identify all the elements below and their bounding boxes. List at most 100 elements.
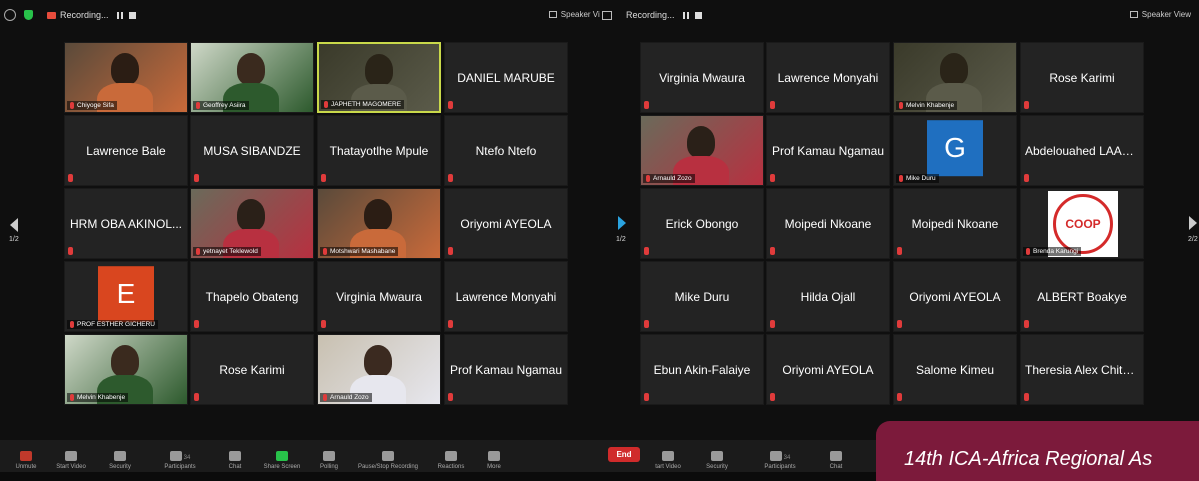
speaker-view-button[interactable]: Speaker View <box>1129 10 1191 19</box>
pause-stop-recordingbutton[interactable]: Pause/Stop Recording <box>348 440 428 472</box>
participant-tile[interactable]: Moipedi Nkoane <box>766 188 890 259</box>
participant-tile[interactable]: Moipedi Nkoane <box>893 188 1017 259</box>
toolbar-label: tart Video <box>655 464 681 470</box>
stop-recording-icon[interactable] <box>128 11 136 19</box>
participant-name: Rose Karimi <box>1049 70 1115 85</box>
unmutebutton[interactable]: Unmute <box>6 440 46 472</box>
participant-tile[interactable]: Melvin Khabenje <box>893 42 1017 113</box>
participant-tile[interactable]: E PROF ESTHER GICHERU <box>64 261 188 332</box>
pollingbutton[interactable]: Polling <box>310 440 348 472</box>
participant-tile[interactable]: ALBERT Boakye <box>1020 261 1144 332</box>
participant-tile[interactable]: DANIEL MARUBE <box>444 42 568 113</box>
participant-tile[interactable]: Prof Kamau Ngamau <box>444 334 568 405</box>
securitybutton[interactable]: Security <box>690 440 744 472</box>
participant-tile[interactable]: JAPHETH MAGOMERE <box>317 42 441 113</box>
participants-icon <box>169 451 182 461</box>
toolbar-label: Start Video <box>56 464 86 470</box>
participant-name: Arnauld Zozo <box>330 394 369 401</box>
participant-tile[interactable]: Ebun Akin-Falaiye <box>640 334 764 405</box>
toolbar-label: Security <box>109 464 131 470</box>
participant-tile[interactable]: Melvin Khabenje <box>64 334 188 405</box>
end-meeting-button[interactable]: End <box>602 440 646 472</box>
participant-name-label: Mike Duru <box>896 174 939 183</box>
left-meeting-toolbar: Unmute Start Video Security 34 Participants C… <box>0 440 600 472</box>
participant-tile[interactable]: Lawrence Bale <box>64 115 188 186</box>
tart-videobutton[interactable]: tart Video <box>646 440 690 472</box>
participant-tile[interactable]: yetnayet Teklewold <box>190 188 314 259</box>
mic-muted-icon <box>70 394 74 401</box>
participant-tile[interactable]: Geoffrey Asiira <box>190 42 314 113</box>
participant-tile[interactable]: Virginia Mwaura <box>317 261 441 332</box>
participant-tile[interactable]: Oriyomi AYEOLA <box>444 188 568 259</box>
participant-name: Ebun Akin-Falaiye <box>653 362 751 377</box>
participant-tile[interactable]: Rose Karimi <box>1020 42 1144 113</box>
participant-name: yetnayet Teklewold <box>203 248 258 255</box>
participant-head <box>687 126 715 158</box>
reactions-icon <box>445 451 457 461</box>
toolbar-label: Chat <box>829 464 843 470</box>
participant-tile[interactable]: Virginia Mwaura <box>640 42 764 113</box>
reactionsbutton[interactable]: Reactions <box>428 440 474 472</box>
participant-name-label: Arnauld Zozo <box>320 393 372 402</box>
participant-tile[interactable]: Mike Duru <box>640 261 764 332</box>
participant-tile[interactable]: Arnauld Zozo <box>317 334 441 405</box>
participant-tile[interactable]: Prof Kamau Ngamau <box>766 115 890 186</box>
participant-tile[interactable]: Oriyomi AYEOLA <box>893 261 1017 332</box>
participant-tile[interactable]: MUSA SIBANDZE <box>190 115 314 186</box>
record-icon <box>382 451 394 461</box>
share-screenbutton[interactable]: Share Screen <box>254 440 310 472</box>
next-page-arrow-icon[interactable] <box>618 216 626 230</box>
participant-name: Moipedi Nkoane <box>784 216 872 231</box>
toolbar-label: Polling <box>319 464 338 470</box>
pause-recording-icon[interactable] <box>116 11 123 19</box>
mic-muted-icon <box>644 393 649 401</box>
participant-tile[interactable]: Abdelouahed LAABID <box>1020 115 1144 186</box>
participant-tile[interactable]: Theresia Alex Chitu... <box>1020 334 1144 405</box>
mic-muted-icon <box>646 175 650 182</box>
participant-tile[interactable]: Erick Obongo <box>640 188 764 259</box>
mic-muted-icon <box>196 248 200 255</box>
fullscreen-icon[interactable] <box>602 10 612 20</box>
pause-recording-icon[interactable] <box>682 11 689 19</box>
participant-tile[interactable]: HRM OBA AKINOL... <box>64 188 188 259</box>
participant-tile[interactable]: Motshwari Mashabane <box>317 188 441 259</box>
participant-name-label: Arnauld Zozo <box>643 174 695 183</box>
stop-recording-icon[interactable] <box>694 11 702 19</box>
participant-name: Erick Obongo <box>665 216 739 231</box>
shield-icon[interactable] <box>24 10 33 20</box>
participant-tile[interactable]: Salome Kimeu <box>893 334 1017 405</box>
mic-muted-icon <box>70 102 74 109</box>
participant-tile[interactable]: Ntefo Ntefo <box>444 115 568 186</box>
mic-muted-icon <box>1024 101 1029 109</box>
participant-tile[interactable]: Thatayotlhe Mpule <box>317 115 441 186</box>
participantsbutton[interactable]: 34 Participants <box>144 440 216 472</box>
participant-tile[interactable]: COOP Brenda Karungi <box>1020 188 1144 259</box>
morebutton[interactable]: More <box>474 440 514 472</box>
start-videobutton[interactable]: Start Video <box>46 440 96 472</box>
participant-tile[interactable]: Lawrence Monyahi <box>444 261 568 332</box>
participant-name: JAPHETH MAGOMERE <box>331 101 402 108</box>
participant-tile[interactable]: Rose Karimi <box>190 334 314 405</box>
previous-page-arrow-icon[interactable] <box>10 218 18 232</box>
next-page-right-arrow-icon[interactable] <box>1189 216 1197 230</box>
participant-tile[interactable]: Chiyoge Sifa <box>64 42 188 113</box>
participant-tile[interactable]: Lawrence Monyahi <box>766 42 890 113</box>
participant-tile[interactable]: Hilda Ojall <box>766 261 890 332</box>
participant-name-label: Chiyoge Sifa <box>67 101 117 110</box>
participant-tile[interactable]: Oriyomi AYEOLA <box>766 334 890 405</box>
participant-name: Moipedi Nkoane <box>911 216 999 231</box>
toolbar-label: Participants <box>764 464 796 470</box>
participant-tile[interactable]: Thapelo Obateng <box>190 261 314 332</box>
info-icon[interactable] <box>4 9 16 21</box>
participant-tile[interactable]: Arnauld Zozo <box>640 115 764 186</box>
recording-label: Recording... <box>60 10 109 20</box>
participant-head <box>111 345 139 377</box>
chatbutton[interactable]: Chat <box>816 440 856 472</box>
participantsbutton[interactable]: 34 Participants <box>744 440 816 472</box>
participant-name: Geoffrey Asiira <box>203 102 246 109</box>
participant-name: Rose Karimi <box>219 362 285 377</box>
securitybutton[interactable]: Security <box>96 440 144 472</box>
chatbutton[interactable]: Chat <box>216 440 254 472</box>
participant-tile[interactable]: G Mike Duru <box>893 115 1017 186</box>
participant-name: Oriyomi AYEOLA <box>909 289 1001 304</box>
